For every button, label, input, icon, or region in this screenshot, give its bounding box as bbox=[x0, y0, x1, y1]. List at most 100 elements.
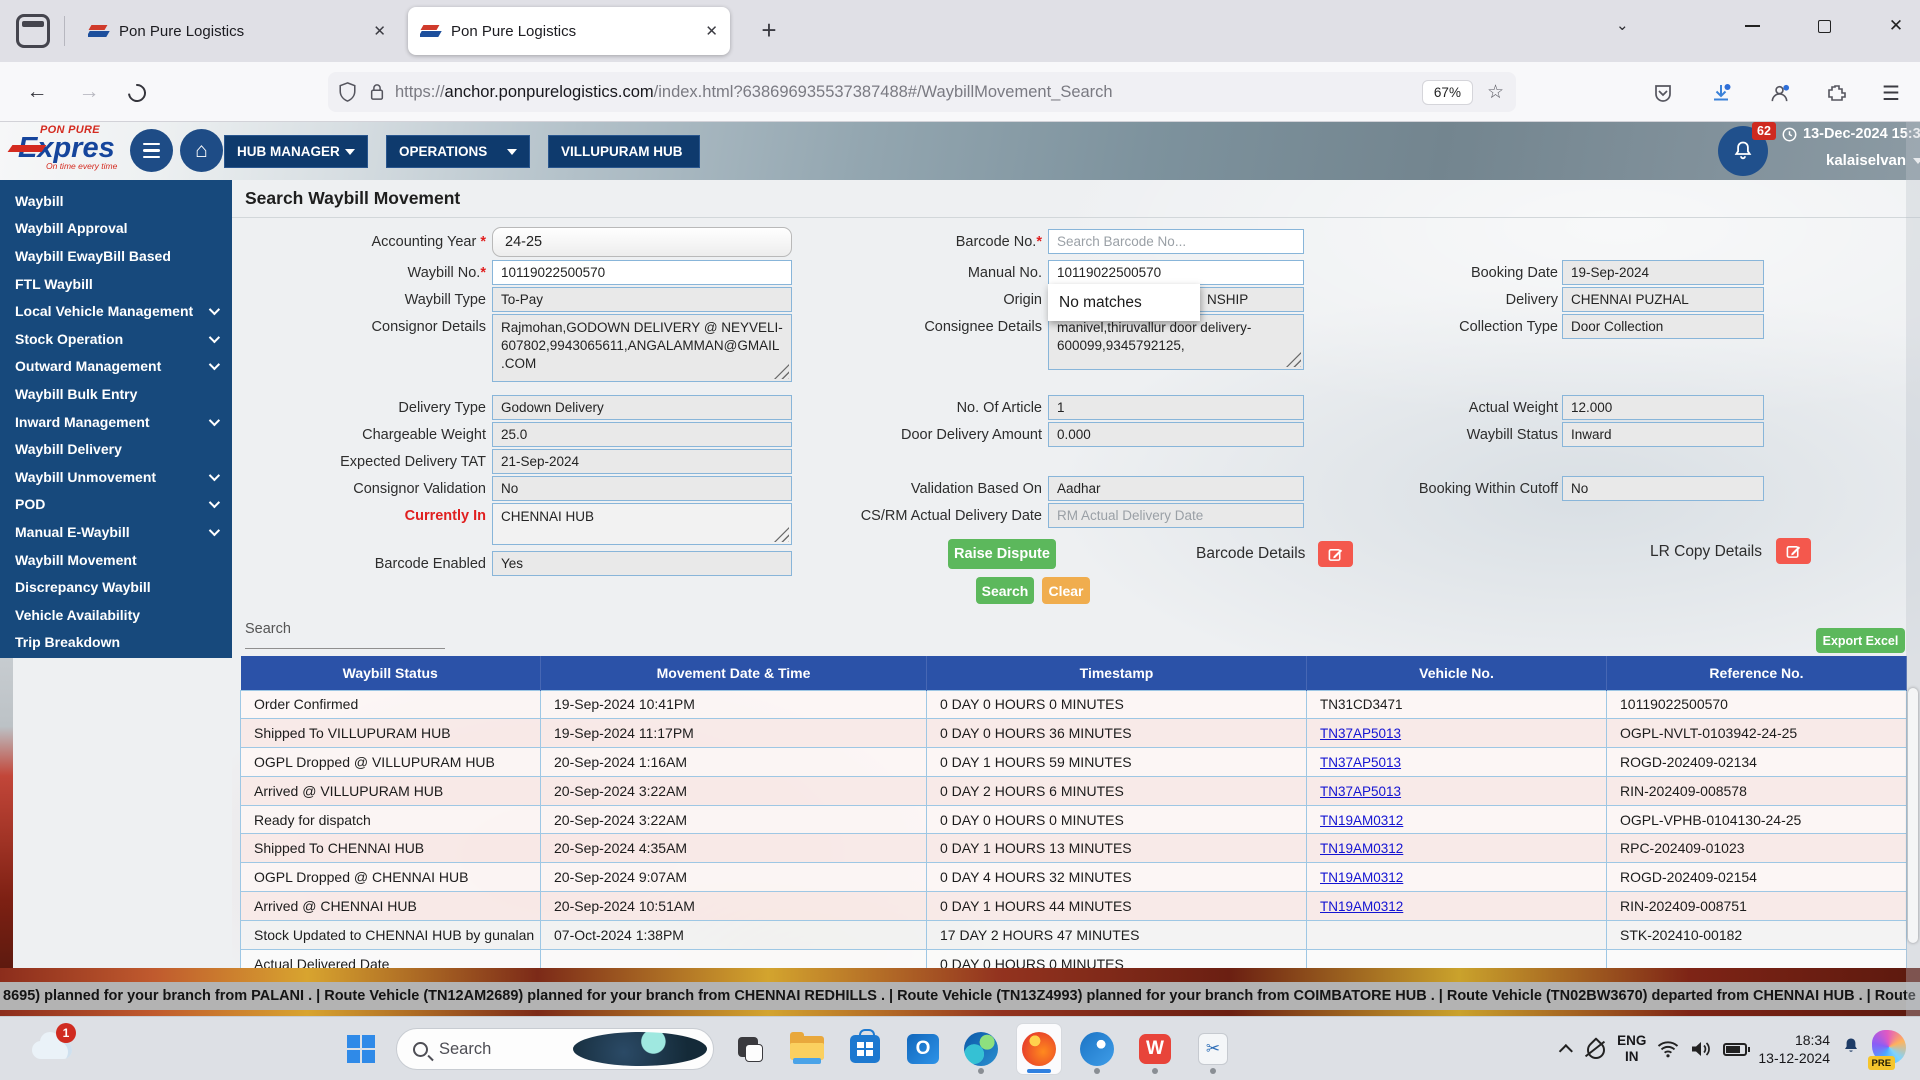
tray-chevron-icon[interactable] bbox=[1559, 1044, 1573, 1058]
consignor-details-textarea[interactable]: Rajmohan,GODOWN DELIVERY @ NEYVELI-60780… bbox=[492, 314, 792, 382]
sidebar-item[interactable]: Waybill Unmovement bbox=[0, 463, 232, 491]
sidebar-item[interactable]: Waybill Approval bbox=[0, 215, 232, 243]
weather-widget[interactable]: 1 bbox=[26, 1027, 90, 1073]
branch-button[interactable]: VILLUPURAM HUB bbox=[548, 135, 700, 168]
consignee-details-textarea[interactable]: manivel,thiruvallur door delivery-600099… bbox=[1048, 314, 1304, 370]
outlook-button[interactable]: O bbox=[900, 1023, 946, 1075]
table-row[interactable]: Ready for dispatch 20-Sep-2024 3:22AM 0 … bbox=[241, 805, 1907, 834]
sidebar-item[interactable]: Waybill Delivery bbox=[0, 435, 232, 463]
bookmark-star-icon[interactable]: ☆ bbox=[1487, 81, 1504, 104]
vehicle-link[interactable]: TN19AM0312 bbox=[1320, 841, 1403, 856]
resize-grip-icon[interactable] bbox=[1286, 352, 1301, 367]
role-dropdown[interactable]: HUB MANAGER bbox=[224, 135, 368, 168]
tab-close-icon[interactable]: ✕ bbox=[705, 22, 718, 40]
pen-icon[interactable] bbox=[1584, 1038, 1606, 1060]
extensions-icon[interactable] bbox=[1822, 78, 1852, 108]
sidebar-item[interactable]: Vehicle Availability bbox=[0, 601, 232, 629]
no-of-article-input[interactable]: 1 bbox=[1048, 395, 1304, 420]
volume-icon[interactable] bbox=[1690, 1040, 1712, 1058]
sidebar-item[interactable]: Local Vehicle Management bbox=[0, 297, 232, 325]
taskbar-search[interactable]: Search bbox=[396, 1028, 714, 1070]
sidebar-item[interactable]: POD bbox=[0, 491, 232, 519]
collection-type-input[interactable]: Door Collection bbox=[1562, 314, 1764, 339]
col-movement-datetime[interactable]: Movement Date & Time bbox=[541, 656, 927, 690]
scrollbar-thumb[interactable] bbox=[1908, 688, 1918, 943]
waybill-type-input[interactable]: To-Pay bbox=[492, 287, 792, 312]
table-row[interactable]: OGPL Dropped @ CHENNAI HUB 20-Sep-2024 9… bbox=[241, 863, 1907, 892]
back-icon[interactable]: ← bbox=[22, 78, 52, 108]
door-delivery-amount-input[interactable]: 0.000 bbox=[1048, 422, 1304, 447]
resize-grip-icon[interactable] bbox=[774, 364, 789, 379]
search-button[interactable]: Search bbox=[976, 577, 1034, 604]
expected-delivery-tat-input[interactable]: 21-Sep-2024 bbox=[492, 449, 792, 474]
barcode-enabled-input[interactable]: Yes bbox=[492, 551, 792, 576]
col-reference-no[interactable]: Reference No. bbox=[1607, 656, 1907, 690]
sidebar-item[interactable]: FTL Waybill bbox=[0, 270, 232, 298]
cs-rm-actual-delivery-date-input[interactable]: RM Actual Delivery Date bbox=[1048, 503, 1304, 528]
actual-weight-input[interactable]: 12.000 bbox=[1562, 395, 1764, 420]
vehicle-link[interactable]: TN19AM0312 bbox=[1320, 870, 1403, 885]
sidebar-item[interactable]: Waybill Movement bbox=[0, 546, 232, 574]
wifi-icon[interactable] bbox=[1657, 1040, 1679, 1058]
tab-close-icon[interactable]: ✕ bbox=[373, 22, 386, 40]
download-icon[interactable] bbox=[1706, 78, 1736, 108]
barcode-no-input[interactable]: Search Barcode No... bbox=[1048, 229, 1304, 254]
window-minimize-button[interactable] bbox=[1720, 0, 1784, 52]
booking-date-input[interactable]: 19-Sep-2024 bbox=[1562, 260, 1764, 285]
battery-icon[interactable] bbox=[1723, 1043, 1747, 1056]
task-view-button[interactable] bbox=[726, 1023, 772, 1075]
col-vehicle-no[interactable]: Vehicle No. bbox=[1307, 656, 1607, 690]
sidebar-item[interactable]: Waybill Bulk Entry bbox=[0, 380, 232, 408]
notification-center-bell-icon[interactable] bbox=[1841, 1036, 1861, 1062]
table-row[interactable]: Order Confirmed 19-Sep-2024 10:41PM 0 DA… bbox=[241, 690, 1907, 719]
firefox-button-active[interactable] bbox=[1016, 1023, 1062, 1075]
browser-tab-1[interactable]: Pon Pure Logistics ✕ bbox=[76, 7, 398, 55]
sidebar-item[interactable]: Manual E-Waybill bbox=[0, 518, 232, 546]
table-row[interactable]: OGPL Dropped @ VILLUPURAM HUB 20-Sep-202… bbox=[241, 748, 1907, 777]
edge-button[interactable] bbox=[958, 1023, 1004, 1075]
module-dropdown[interactable]: OPERATIONS bbox=[386, 135, 530, 168]
manual-no-input[interactable]: 10119022500570 bbox=[1048, 260, 1304, 285]
delivery-input[interactable]: CHENNAI PUZHAL bbox=[1562, 287, 1764, 312]
resize-grip-icon[interactable] bbox=[774, 527, 789, 542]
raise-dispute-button[interactable]: Raise Dispute bbox=[948, 539, 1056, 569]
currently-in-textarea[interactable]: CHENNAI HUB bbox=[492, 503, 792, 545]
chargeable-weight-input[interactable]: 25.0 bbox=[492, 422, 792, 447]
waybill-status-input[interactable]: Inward bbox=[1562, 422, 1764, 447]
vehicle-link[interactable]: TN37AP5013 bbox=[1320, 784, 1401, 799]
wps-office-button[interactable]: W bbox=[1132, 1023, 1178, 1075]
table-row[interactable]: Shipped To CHENNAI HUB 20-Sep-2024 4:35A… bbox=[241, 834, 1907, 863]
zoom-level-badge[interactable]: 67% bbox=[1422, 80, 1473, 105]
window-maximize-button[interactable] bbox=[1792, 0, 1856, 52]
sidebar-item[interactable]: Inward Management bbox=[0, 408, 232, 436]
home-icon[interactable]: ⌂ bbox=[180, 129, 223, 172]
vehicle-link[interactable]: TN19AM0312 bbox=[1320, 899, 1403, 914]
new-tab-button[interactable]: + bbox=[752, 14, 786, 48]
list-tabs-chevron-icon[interactable]: ⌄ bbox=[1616, 16, 1629, 34]
accounting-year-select[interactable]: 24-25 bbox=[492, 227, 792, 257]
sidebar-item[interactable]: Outward Management bbox=[0, 353, 232, 381]
menu-icon[interactable]: ☰ bbox=[1876, 78, 1906, 108]
sidebar-item[interactable]: Waybill EwayBill Based bbox=[0, 242, 232, 270]
window-close-button[interactable]: ✕ bbox=[1864, 0, 1920, 52]
results-filter-input[interactable] bbox=[245, 648, 445, 649]
col-waybill-status[interactable]: Waybill Status bbox=[241, 656, 541, 690]
pon-pure-logo[interactable]: PON PURE Expres On time every time bbox=[10, 124, 128, 178]
vehicle-link[interactable]: TN37AP5013 bbox=[1320, 726, 1401, 741]
booking-within-cutoff-input[interactable]: No bbox=[1562, 476, 1764, 501]
thunderbird-button[interactable] bbox=[1074, 1023, 1120, 1075]
forward-icon[interactable]: → bbox=[74, 78, 104, 108]
table-row[interactable]: Stock Updated to CHENNAI HUB by gunalan … bbox=[241, 920, 1907, 949]
vehicle-link[interactable]: TN31CD3471 bbox=[1320, 697, 1403, 712]
account-icon[interactable] bbox=[1764, 78, 1794, 108]
export-excel-button[interactable]: Export Excel bbox=[1816, 628, 1905, 653]
vehicle-link[interactable]: TN37AP5013 bbox=[1320, 755, 1401, 770]
hamburger-menu-icon[interactable] bbox=[130, 129, 173, 172]
lr-copy-details-edit-button[interactable] bbox=[1776, 538, 1811, 564]
browser-tab-2-active[interactable]: Pon Pure Logistics ✕ bbox=[408, 7, 730, 55]
url-bar[interactable]: https://anchor.ponpurelogistics.com/inde… bbox=[328, 72, 1516, 112]
sidebar-item[interactable]: Waybill bbox=[0, 187, 232, 215]
sidebar-item[interactable]: Discrepancy Waybill bbox=[0, 573, 232, 601]
tray-clock[interactable]: 18:3413-12-2024 bbox=[1758, 1031, 1830, 1067]
col-timestamp[interactable]: Timestamp bbox=[927, 656, 1307, 690]
